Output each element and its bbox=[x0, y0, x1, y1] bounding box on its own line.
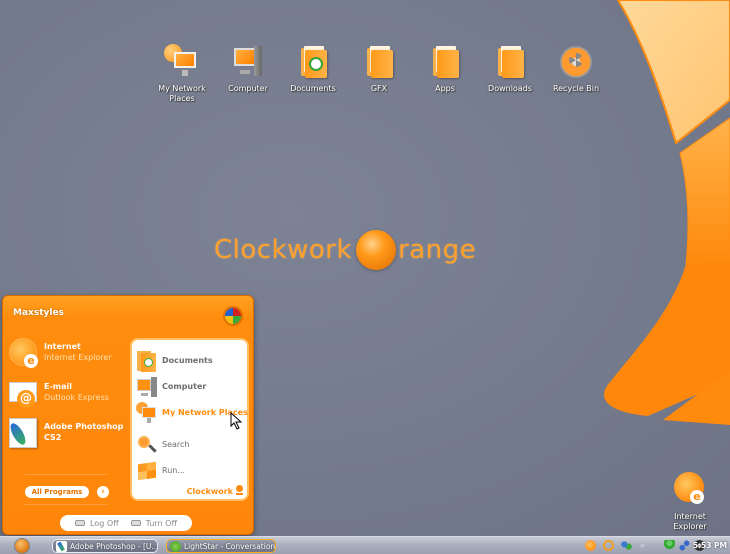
desktop-icon-label: GFX bbox=[370, 84, 388, 93]
internet-explorer-icon: e bbox=[672, 472, 708, 508]
messenger-contacts-tray-icon[interactable] bbox=[621, 540, 632, 551]
folder-icon bbox=[361, 44, 397, 80]
start-button[interactable] bbox=[14, 538, 30, 554]
photoshop-feather-icon bbox=[7, 418, 39, 450]
wallpaper-slice-middle bbox=[679, 117, 730, 265]
places-item-label: Search bbox=[162, 440, 190, 449]
session-controls: Log Off Turn Off bbox=[60, 515, 192, 531]
network-tray-icon[interactable] bbox=[679, 540, 690, 551]
wallpaper-slice-top bbox=[616, 0, 730, 145]
clockwork-orange-logo: Clockwork range bbox=[214, 230, 476, 270]
start-menu-places-pane: Documents Computer My Network Places Sea… bbox=[130, 338, 249, 501]
computer-icon bbox=[230, 44, 266, 80]
pinned-item-title: Internet bbox=[44, 342, 81, 351]
messenger-status-tray-icon[interactable] bbox=[664, 540, 675, 551]
places-item-my-network-places[interactable]: My Network Places bbox=[136, 402, 248, 430]
taskbar-button-label: LightStar - Conversation bbox=[184, 542, 276, 551]
messenger-icon bbox=[170, 541, 181, 552]
desktop-icon-label: Apps bbox=[435, 84, 455, 93]
computer-icon bbox=[136, 376, 158, 398]
desktop-icon-label: Internet Explorer bbox=[673, 512, 707, 531]
desktop-icon-apps[interactable]: Apps bbox=[415, 44, 475, 94]
run-icon bbox=[136, 460, 158, 482]
places-item-label: Run... bbox=[162, 466, 185, 475]
show-hidden-icons-chevron[interactable]: » bbox=[640, 540, 651, 551]
taskbar: Adobe Photoshop - [U... LightStar - Conv… bbox=[0, 536, 730, 554]
desktop: My Network Places Computer Documents GFX… bbox=[0, 0, 730, 536]
turn-off-button[interactable]: Turn Off bbox=[130, 518, 177, 528]
folder-icon bbox=[492, 44, 528, 80]
clock[interactable]: 5:53 PM bbox=[693, 541, 727, 550]
turn-off-label: Turn Off bbox=[145, 518, 177, 528]
user-avatar-icon[interactable] bbox=[223, 306, 243, 326]
desktop-icon-computer[interactable]: Computer bbox=[218, 44, 278, 94]
pinned-item-subtitle: CS2 bbox=[44, 433, 62, 442]
internet-explorer-icon: e bbox=[7, 338, 39, 370]
desktop-icon-gfx[interactable]: GFX bbox=[349, 44, 409, 94]
desktop-icon-label: Computer bbox=[228, 84, 268, 93]
desktop-icon-label: Documents bbox=[290, 84, 336, 93]
photoshop-icon bbox=[56, 541, 67, 552]
clockwork-brand-icon bbox=[236, 485, 243, 495]
logo-text-range: range bbox=[398, 235, 477, 265]
places-item-computer[interactable]: Computer bbox=[136, 376, 248, 398]
start-menu: Maxstyles e Internet Internet Explorer @ … bbox=[2, 295, 254, 535]
desktop-icon-label: My Network Places bbox=[158, 84, 206, 103]
places-item-run[interactable]: Run... bbox=[136, 460, 248, 482]
orange-orb-icon bbox=[356, 230, 397, 270]
taskbar-button-lightstar[interactable]: LightStar - Conversation bbox=[166, 539, 276, 553]
orange-orb-tray-icon[interactable] bbox=[585, 540, 596, 551]
documents-icon bbox=[136, 350, 158, 372]
taskbar-button-photoshop[interactable]: Adobe Photoshop - [U... bbox=[52, 539, 158, 553]
folder-icon bbox=[427, 44, 463, 80]
desktop-icon-label: Downloads bbox=[488, 84, 532, 93]
desktop-icon-label: Recycle Bin bbox=[552, 84, 600, 93]
pinned-item-title: E-mail bbox=[44, 382, 73, 391]
sync-tray-icon[interactable] bbox=[603, 540, 614, 551]
log-off-label: Log Off bbox=[90, 518, 119, 528]
search-icon bbox=[136, 434, 158, 456]
all-programs-button[interactable]: All Programs bbox=[25, 486, 89, 498]
desktop-icon-internet-explorer[interactable]: e Internet Explorer bbox=[660, 472, 720, 532]
start-menu-username: Maxstyles bbox=[13, 308, 64, 318]
pinned-item-title: Adobe Photoshop bbox=[44, 422, 124, 431]
pinned-item-subtitle: Internet Explorer bbox=[44, 353, 112, 362]
places-item-label: Documents bbox=[162, 356, 213, 365]
log-off-icon bbox=[75, 520, 86, 526]
system-tray: » 5:53 PM bbox=[570, 537, 730, 554]
recycle-bin-icon bbox=[558, 44, 594, 80]
outlook-express-icon: @ bbox=[7, 378, 39, 410]
log-off-button[interactable]: Log Off bbox=[75, 519, 119, 528]
separator bbox=[25, 474, 107, 475]
places-item-documents[interactable]: Documents bbox=[136, 350, 248, 372]
places-item-label: Computer bbox=[162, 382, 207, 391]
arrow-right-icon[interactable]: › bbox=[97, 486, 109, 498]
desktop-icon-recycle-bin[interactable]: Recycle Bin bbox=[546, 44, 606, 94]
desktop-icon-my-network-places[interactable]: My Network Places bbox=[152, 44, 212, 104]
pinned-item-subtitle: Outlook Express bbox=[44, 393, 109, 402]
desktop-icon-documents[interactable]: Documents bbox=[283, 44, 343, 94]
desktop-icon-downloads[interactable]: Downloads bbox=[480, 44, 540, 94]
documents-icon bbox=[295, 44, 331, 80]
network-places-icon bbox=[136, 402, 158, 424]
mouse-cursor-icon bbox=[230, 412, 243, 430]
clockwork-brand-label: Clockwork bbox=[186, 487, 233, 496]
logo-text-clockwork: Clockwork bbox=[214, 235, 353, 265]
turn-off-icon bbox=[130, 520, 141, 526]
network-places-icon bbox=[164, 44, 200, 80]
places-item-search[interactable]: Search bbox=[136, 434, 248, 456]
separator bbox=[25, 504, 107, 505]
taskbar-button-label: Adobe Photoshop - [U... bbox=[70, 542, 158, 551]
